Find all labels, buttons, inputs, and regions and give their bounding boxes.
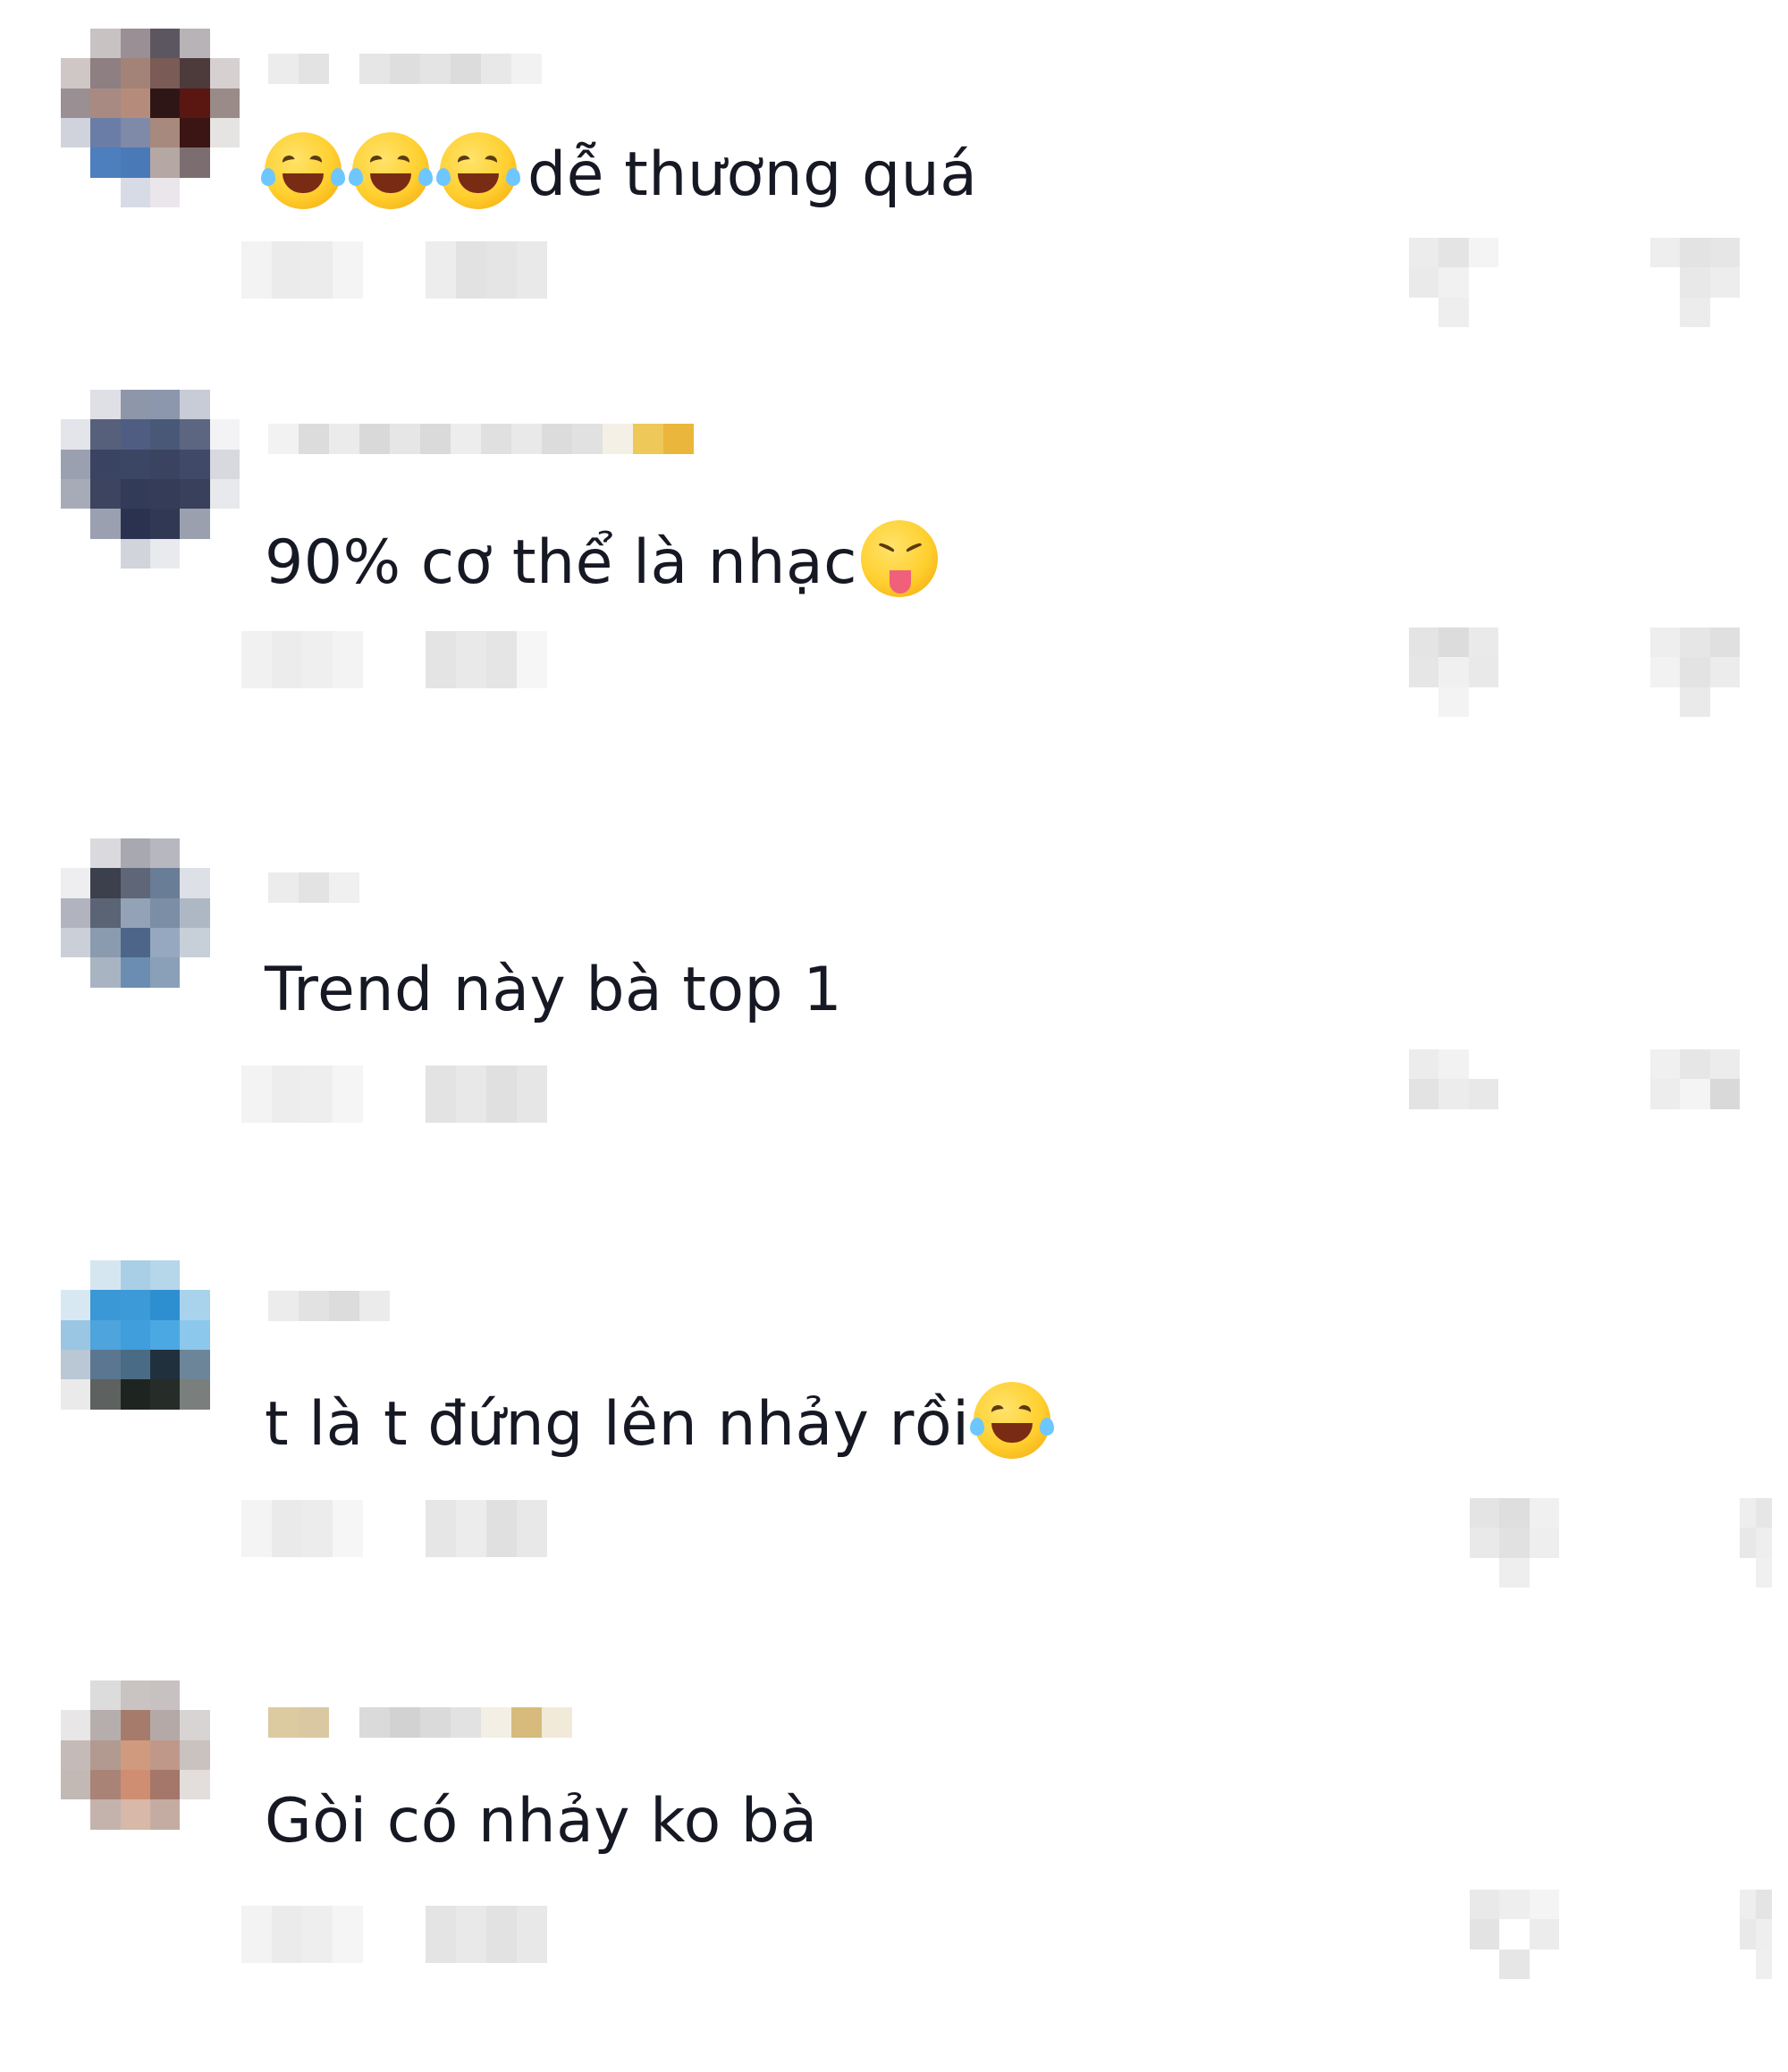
like-button[interactable] — [1470, 1498, 1559, 1588]
comment-meta — [241, 241, 547, 299]
reply-button[interactable] — [426, 1906, 547, 1963]
comment-date — [241, 631, 363, 688]
tears-of-joy-emoji-icon — [969, 1382, 1054, 1459]
avatar[interactable] — [61, 390, 240, 569]
comment-text-content: Trend này bà top 1 — [265, 955, 843, 1025]
comment-text-content: dễ thương quá — [527, 139, 978, 210]
dislike-button[interactable] — [1650, 627, 1740, 717]
comment-text-content: Gòi có nhảy ko bà — [265, 1786, 818, 1857]
comment-text: dễ thương quá — [261, 132, 978, 210]
rolling-laughing-emoji-icon — [436, 132, 520, 209]
comment-date — [241, 1500, 363, 1557]
dislike-button[interactable] — [1740, 1890, 1788, 1979]
comment-text: Gòi có nhảy ko bà — [265, 1791, 818, 1852]
comment-meta — [241, 1500, 547, 1557]
reply-button[interactable] — [426, 1500, 547, 1557]
like-button[interactable] — [1409, 1049, 1498, 1139]
dislike-button[interactable] — [1740, 1498, 1788, 1588]
comment-date — [241, 241, 363, 299]
reply-button[interactable] — [426, 1065, 547, 1123]
reply-button[interactable] — [426, 241, 547, 299]
like-button[interactable] — [1409, 238, 1498, 327]
comment-meta — [241, 1065, 547, 1123]
comment-text: 90% cơ thể là nhạc — [265, 520, 949, 597]
comment-date — [241, 1065, 363, 1123]
comment-text: t là t đứng lên nhảy rồi — [265, 1382, 1061, 1459]
dislike-button[interactable] — [1650, 238, 1740, 327]
avatar[interactable] — [61, 29, 240, 207]
username[interactable] — [268, 872, 359, 903]
avatar[interactable] — [61, 1680, 240, 1859]
username[interactable] — [268, 424, 694, 454]
dislike-button[interactable] — [1650, 1049, 1740, 1139]
comment-text-content: t là t đứng lên nhảy rồi — [265, 1389, 970, 1460]
squinting-tongue-emoji-icon — [861, 520, 939, 597]
comment-date — [241, 1906, 363, 1963]
username[interactable] — [268, 54, 542, 84]
avatar[interactable] — [61, 838, 240, 1017]
like-button[interactable] — [1409, 627, 1498, 717]
username[interactable] — [268, 1291, 390, 1321]
comment-text: Trend này bà top 1 — [265, 960, 842, 1021]
like-button[interactable] — [1470, 1890, 1559, 1979]
rolling-laughing-emoji-icon — [261, 132, 345, 209]
avatar[interactable] — [61, 1260, 240, 1439]
rolling-laughing-emoji-icon — [349, 132, 433, 209]
reply-button[interactable] — [426, 631, 547, 688]
username[interactable] — [268, 1707, 572, 1738]
comment-meta — [241, 1906, 547, 1963]
comment-text-content: 90% cơ thể là nhạc — [265, 527, 858, 598]
comment-meta — [241, 631, 547, 688]
